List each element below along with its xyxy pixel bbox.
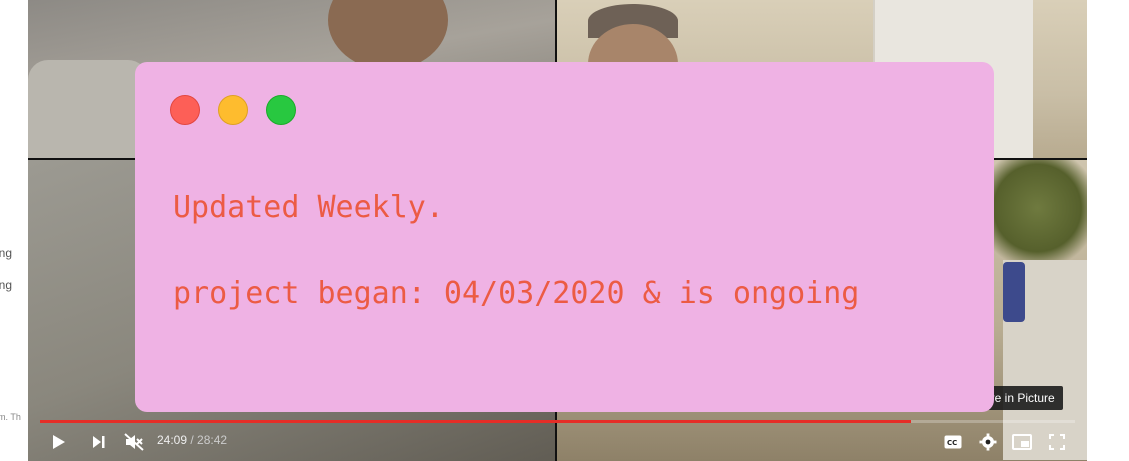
gear-icon: [979, 433, 997, 451]
notice-project-start: project began: 04/03/2020 & is ongoing: [173, 276, 860, 311]
close-window-dot[interactable]: [170, 95, 200, 125]
player-controls: 24:09 / 28:42 CC: [28, 424, 1087, 461]
miniplayer-button[interactable]: [1011, 430, 1033, 454]
captions-button[interactable]: CC: [942, 430, 964, 454]
next-icon: [93, 436, 105, 448]
minimize-window-dot[interactable]: [218, 95, 248, 125]
progress-bar[interactable]: [40, 420, 1075, 423]
fullscreen-button[interactable]: [1046, 430, 1068, 454]
duration: 28:42: [197, 433, 228, 447]
fullscreen-icon: [1049, 434, 1065, 450]
notice-window: Updated Weekly. project began: 04/03/202…: [135, 62, 994, 412]
participant-silhouette: [328, 0, 448, 70]
settings-button[interactable]: [977, 430, 999, 454]
volume-muted-icon: [124, 433, 144, 451]
svg-text:CC: CC: [947, 439, 957, 447]
progress-fill: [40, 420, 912, 423]
notice-update-frequency: Updated Weekly.: [173, 190, 444, 225]
current-time: 24:09: [157, 433, 188, 447]
page-text-fragment: eting: [0, 246, 13, 260]
time-display: 24:09 / 28:42: [157, 433, 227, 447]
page-text-fragment: eting: [0, 278, 13, 292]
page-background-right: [1087, 0, 1129, 461]
play-button[interactable]: [48, 430, 70, 454]
next-button[interactable]: [88, 430, 110, 454]
play-icon: [53, 435, 65, 449]
time-separator: /: [187, 433, 198, 447]
miniplayer-icon: [1012, 434, 1032, 450]
mute-button[interactable]: [122, 430, 146, 454]
captions-icon: CC: [944, 435, 962, 449]
bottle-shape: [1003, 262, 1025, 322]
zoom-window-dot[interactable]: [266, 95, 296, 125]
page-text-fragment: m. Th: [0, 412, 21, 422]
page-background-left: eting eting m. Th: [0, 0, 28, 461]
couch-shape: [28, 60, 148, 158]
